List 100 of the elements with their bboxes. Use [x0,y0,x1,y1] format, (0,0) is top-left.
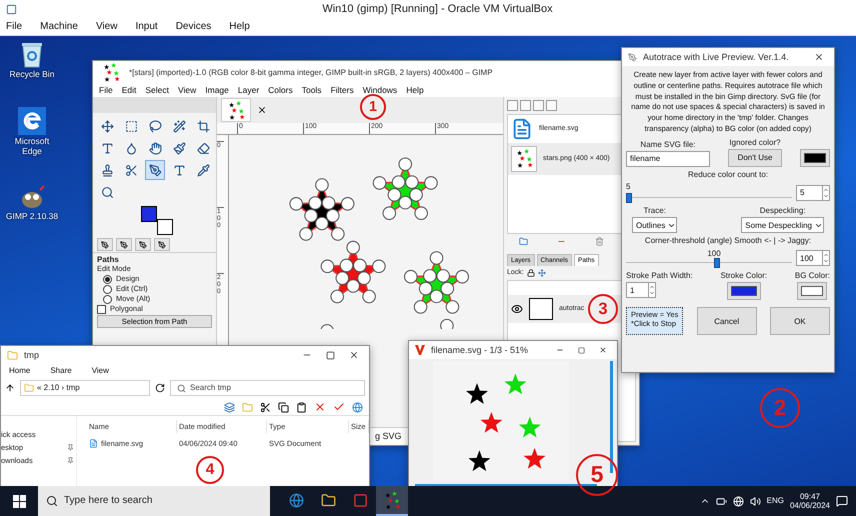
spin-field[interactable]: 100 [796,250,830,266]
edge-icon[interactable] [18,107,46,136]
volume-icon[interactable] [750,496,761,506]
menu-item[interactable]: Tools [302,85,322,95]
close-icon [599,346,607,354]
close-icon[interactable] [257,105,267,115]
tab-icon [139,240,147,248]
dropdown[interactable]: Some Despeckling [741,217,824,234]
ribbon-tab[interactable]: Home [9,366,30,375]
color-button[interactable] [800,148,830,167]
menu-item[interactable]: Help [406,85,424,95]
tab-icon [101,240,109,248]
menu-item[interactable]: Machine [40,21,78,32]
taskbar-app[interactable] [376,486,408,516]
field-label: Trace: [643,206,666,216]
slider-label: Reduce color count to: [688,170,768,180]
dropdown[interactable]: Outlines [632,217,678,234]
menu-item[interactable]: Filters [330,85,354,95]
spin-field[interactable]: 5 [796,184,830,201]
up-icon[interactable] [5,383,15,393]
dock-tab[interactable] [116,238,132,251]
input-field[interactable]: filename [626,150,710,167]
copy-icon[interactable] [278,402,289,412]
radio-button[interactable] [103,284,112,294]
dont-use-button[interactable]: Don't Use [728,148,782,167]
color-button[interactable] [726,282,761,300]
maximize-icon [578,346,585,354]
lasso-icon [148,120,162,132]
search-icon [177,384,186,392]
dock-tab[interactable] [135,238,151,251]
menu-item[interactable]: Image [205,85,229,95]
menu-item[interactable]: Colors [268,85,293,95]
app-icon [352,492,368,508]
dock-tab[interactable] [97,238,113,251]
text-icon [172,164,186,176]
ok-button[interactable]: OK [770,307,830,335]
field-label: Ignored color? [729,138,781,147]
visibility-icon[interactable] [511,303,523,316]
pin-icon [67,444,74,451]
checkbox[interactable] [97,304,106,314]
address-bar[interactable]: « 2.10 › tmp [20,380,150,396]
menu-item[interactable]: Select [145,85,169,95]
search-field[interactable]: Type here to search [38,486,270,516]
battery-icon[interactable] [716,496,727,506]
ribbon-tab[interactable]: Share [50,366,72,375]
tool-button[interactable] [145,160,165,180]
search-field[interactable]: Search tmp [170,380,365,396]
windows-icon [12,494,26,508]
language-indicator[interactable]: ENG [766,496,784,506]
move-icon[interactable] [538,269,546,278]
menu-item[interactable]: Input [135,21,158,32]
document-icon [511,118,533,140]
foreground-color-swatch[interactable] [141,206,157,222]
browser-icon [288,492,304,508]
image-tab[interactable] [221,98,251,122]
maximize-icon [326,350,335,360]
dock-tab[interactable] [154,238,170,251]
menu-item[interactable]: File [99,85,113,95]
delete-icon[interactable] [314,401,326,413]
icon-label: GIMP 2.10.38 [6,212,58,222]
window-title: filename.svg - 1/3 - 51% [431,345,530,355]
lock-icon[interactable] [526,269,535,278]
pane-icon[interactable] [224,402,235,412]
color-button[interactable] [797,282,828,300]
spin-field[interactable]: 1 [626,282,656,298]
refresh-icon[interactable] [155,383,165,393]
field-label: Stroke Color: [720,270,768,280]
field-label: Stroke Path Width: [626,270,693,280]
window-title: *[stars] (imported)-1.0 (RGB color 8-bit gamma integer, GIMP built-in sRGB, 2 layers) 400x400 – GIMP [129,68,494,76]
menu-item[interactable]: View [96,21,118,32]
menu-item[interactable]: Layer [238,85,260,95]
open-icon[interactable] [518,236,528,246]
text-tool-icon [100,142,114,154]
clock[interactable]: 09:47 04/06/2024 [790,492,830,510]
slider-thumb[interactable] [714,258,720,268]
menu-item[interactable]: Devices [176,21,212,32]
slider-thumb[interactable] [626,193,632,204]
menu-item[interactable]: Edit [122,85,136,95]
background-color-swatch[interactable] [157,219,173,235]
cut-icon[interactable] [260,402,271,412]
notification-icon[interactable] [836,495,848,507]
tab-icon [158,240,166,248]
radio-button[interactable] [103,274,112,284]
slider-label: Corner-threshold (angle) Smooth <- | -> Jaggy: [644,236,812,246]
globe-icon[interactable] [352,402,363,412]
delete-icon[interactable] [595,236,604,246]
folder-icon [24,383,34,393]
menu-item[interactable]: File [6,21,22,32]
paste-icon[interactable] [296,402,307,412]
folder-icon [320,492,336,508]
icon-label: Recycle Bin [10,70,54,80]
check-icon[interactable] [333,401,345,413]
move-tool-icon [100,120,114,132]
ribbon-tab[interactable]: View [92,366,109,375]
radio-button[interactable] [103,294,112,304]
cancel-button[interactable]: Cancel [696,307,757,335]
menu-item[interactable]: View [178,85,196,95]
network-icon[interactable] [732,496,744,506]
menu-item[interactable]: Help [229,21,250,32]
menu-item[interactable]: Windows [362,85,398,95]
